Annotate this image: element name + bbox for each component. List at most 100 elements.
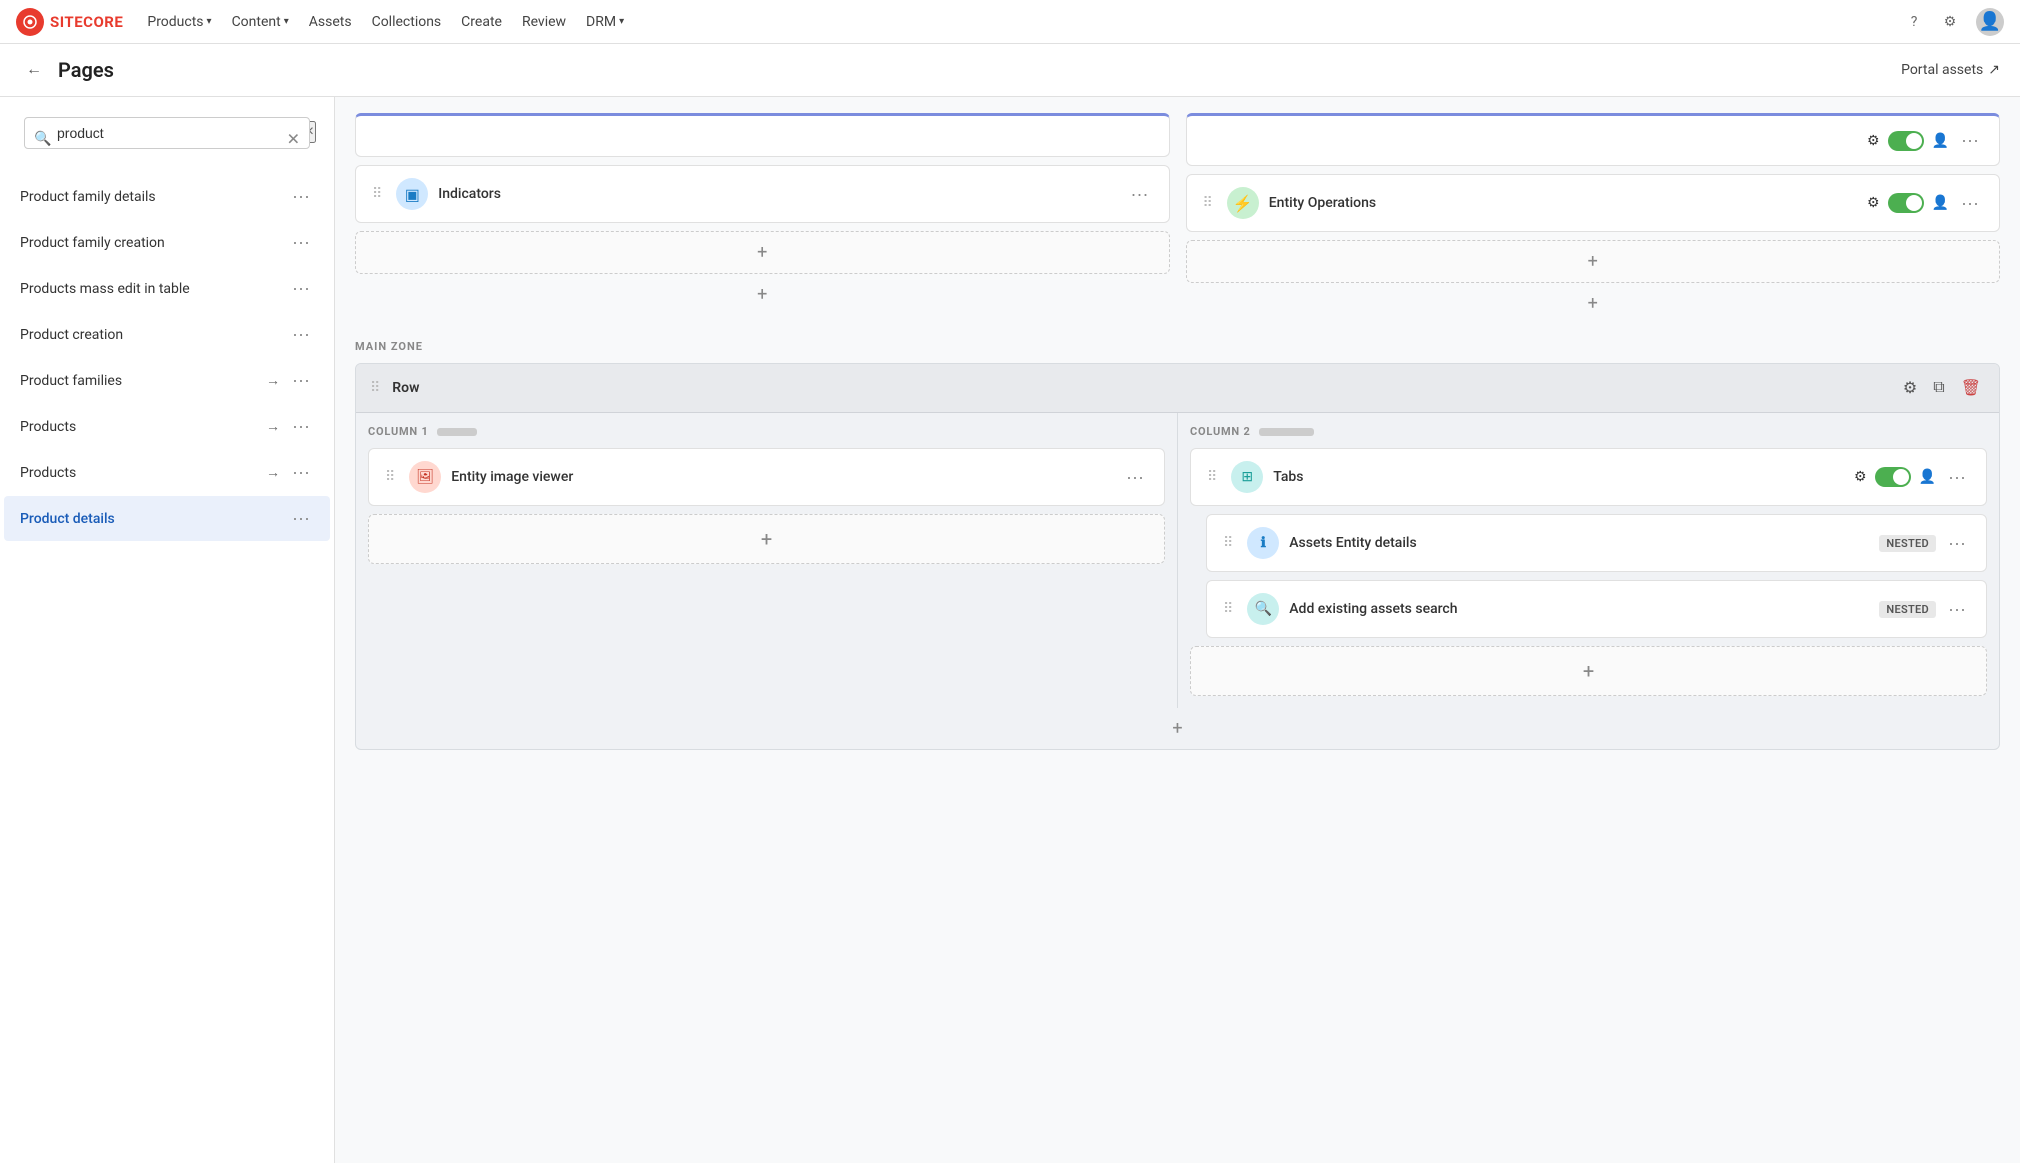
tabs-settings-icon: ⚙: [1854, 469, 1867, 485]
entity-image-viewer-menu-button[interactable]: ···: [1122, 465, 1148, 490]
indicators-menu-button[interactable]: ···: [1127, 182, 1153, 207]
tabs-toggle[interactable]: [1875, 467, 1911, 487]
add-existing-assets-search-menu-button[interactable]: ···: [1944, 597, 1970, 622]
add-existing-assets-search-card: ⠿ 🔍 Add existing assets search NESTED ··…: [1206, 580, 1987, 638]
add-component-col2-button[interactable]: +: [1190, 646, 1987, 696]
entity-operations-toggle[interactable]: [1888, 193, 1924, 213]
logo-text: SITECORE: [50, 13, 123, 31]
tabs-person-icon: 👤: [1919, 469, 1936, 485]
nav-create[interactable]: Create: [461, 14, 502, 30]
tabs-icon: ⊞: [1231, 461, 1263, 493]
entity-operations-person-icon: 👤: [1932, 195, 1949, 211]
back-button[interactable]: ←: [20, 56, 48, 84]
sidebar-item-menu-button[interactable]: ···: [288, 322, 314, 347]
placeholder-settings-icon: ⚙: [1867, 133, 1880, 149]
drag-handle-icon[interactable]: ⠿: [372, 186, 382, 202]
page-title: Pages: [58, 58, 114, 82]
sidebar-item-products-mass-edit[interactable]: Products mass edit in table ···: [4, 266, 330, 311]
sidebar-item-product-family-creation[interactable]: Product family creation ···: [4, 220, 330, 265]
search-clear-button[interactable]: ✕: [287, 130, 300, 149]
assets-entity-details-icon: ℹ: [1247, 527, 1279, 559]
subheader: ← Pages Portal assets ↗: [0, 44, 2020, 97]
tabs-card: ⠿ ⊞ Tabs ⚙ 👤 ···: [1190, 448, 1987, 506]
entity-image-viewer-card: ⠿ 🖼 Entity image viewer ···: [368, 448, 1165, 506]
add-row-below-left-button[interactable]: +: [355, 274, 1170, 315]
column-2: COLUMN 2 ⠿ ⊞ Tabs ⚙ 👤: [1178, 413, 1999, 708]
drag-handle-icon[interactable]: ⠿: [1207, 469, 1217, 485]
sidebar-item-menu-button[interactable]: ···: [288, 184, 314, 209]
nav-review[interactable]: Review: [522, 14, 566, 30]
sidebar-item-products-1[interactable]: Products → ···: [4, 404, 330, 449]
drag-handle-icon[interactable]: ⠿: [385, 469, 395, 485]
logo[interactable]: SITECORE: [16, 8, 123, 36]
drag-handle-icon[interactable]: ⠿: [1223, 601, 1233, 617]
indicators-icon: ▣: [396, 178, 428, 210]
sidebar-item-product-families[interactable]: Product families → ···: [4, 358, 330, 403]
sidebar-item-menu-button[interactable]: ···: [288, 230, 314, 255]
row-settings-button[interactable]: ⚙: [1899, 374, 1921, 402]
add-component-right-button[interactable]: +: [1186, 240, 2001, 283]
nested-badge: NESTED: [1879, 535, 1936, 552]
top-navigation: SITECORE Products ▾ Content ▾ Assets Col…: [0, 0, 2020, 44]
sidebar-item-menu-button[interactable]: ···: [288, 506, 314, 531]
row-delete-button[interactable]: 🗑: [1957, 374, 1985, 402]
add-existing-assets-search-icon: 🔍: [1247, 593, 1279, 625]
entity-operations-menu-button[interactable]: ···: [1957, 191, 1983, 216]
content-area: ⠿ ▣ Indicators ··· + + ⚙: [335, 97, 2020, 1163]
upper-left-placeholder-card: [355, 113, 1170, 157]
chevron-down-icon: ▾: [207, 16, 212, 27]
row-drag-handle-icon[interactable]: ⠿: [370, 380, 380, 396]
column-2-size-indicator: [1259, 428, 1314, 436]
sidebar-item-menu-button[interactable]: ···: [288, 276, 314, 301]
nav-drm[interactable]: DRM ▾: [586, 14, 624, 30]
nav-assets[interactable]: Assets: [309, 14, 352, 30]
sidebar-item-menu-button[interactable]: ···: [288, 414, 314, 439]
chevron-down-icon: ▾: [284, 16, 289, 27]
add-component-col1-button[interactable]: +: [368, 514, 1165, 564]
tabs-menu-button[interactable]: ···: [1944, 465, 1970, 490]
entity-image-viewer-icon: 🖼: [409, 461, 441, 493]
search-input[interactable]: [24, 117, 310, 149]
upper-right-column: ⚙ 👤 ··· ⠿ ⚡ Entity Operations ⚙: [1186, 113, 2001, 324]
upper-section: ⠿ ▣ Indicators ··· + + ⚙: [355, 113, 2000, 324]
placeholder-menu-button[interactable]: ···: [1957, 128, 1983, 153]
sidebar-item-product-family-details[interactable]: Product family details ···: [4, 174, 330, 219]
upper-right-placeholder-card: ⚙ 👤 ···: [1186, 113, 2001, 166]
settings-icon[interactable]: ⚙: [1940, 12, 1960, 32]
entity-operations-card: ⠿ ⚡ Entity Operations ⚙ 👤 ···: [1186, 174, 2001, 232]
user-avatar[interactable]: 👤: [1976, 8, 2004, 36]
sidebar-item-product-creation[interactable]: Product creation ···: [4, 312, 330, 357]
nav-collections[interactable]: Collections: [372, 14, 442, 30]
sidebar-item-product-details[interactable]: Product details ···: [4, 496, 330, 541]
placeholder-person-icon: 👤: [1932, 133, 1949, 149]
assets-entity-details-menu-button[interactable]: ···: [1944, 531, 1970, 556]
help-icon[interactable]: ?: [1904, 12, 1924, 32]
column-2-header: COLUMN 2: [1190, 425, 1987, 438]
drag-handle-icon[interactable]: ⠿: [1203, 195, 1213, 211]
assets-entity-details-card: ⠿ ℹ Assets Entity details NESTED ···: [1206, 514, 1987, 572]
nav-right-actions: ? ⚙ 👤: [1904, 8, 2004, 36]
placeholder-toggle[interactable]: [1888, 131, 1924, 151]
sidebar-item-menu-button[interactable]: ···: [288, 460, 314, 485]
entity-operations-settings-icon: ⚙: [1867, 195, 1880, 211]
nav-content[interactable]: Content ▾: [232, 14, 289, 30]
sidebar-search-container: 🔍 ✕: [12, 117, 322, 161]
column-1-size-indicator: [437, 428, 477, 436]
portal-assets-link[interactable]: Portal assets ↗: [1901, 62, 2000, 78]
upper-left-column: ⠿ ▣ Indicators ··· + +: [355, 113, 1170, 324]
main-layout: × 🔍 ✕ Product family details ··· Product…: [0, 97, 2020, 1163]
main-zone-label: MAIN ZONE: [355, 340, 2000, 353]
subheader-left: ← Pages: [20, 56, 114, 84]
add-row-button[interactable]: +: [356, 708, 1999, 749]
sidebar-item-products-2[interactable]: Products → ···: [4, 450, 330, 495]
drag-handle-icon[interactable]: ⠿: [1223, 535, 1233, 551]
row-copy-button[interactable]: ⧉: [1929, 375, 1948, 401]
add-component-left-button[interactable]: +: [355, 231, 1170, 274]
nav-products[interactable]: Products ▾: [147, 14, 211, 30]
sidebar-item-menu-button[interactable]: ···: [288, 368, 314, 393]
column-1-header: COLUMN 1: [368, 425, 1165, 438]
add-row-below-right-button[interactable]: +: [1186, 283, 2001, 324]
row-container: ⠿ Row ⚙ ⧉ 🗑 COLUMN 1: [355, 363, 2000, 750]
logo-icon: [16, 8, 44, 36]
search-icon: 🔍: [34, 131, 51, 147]
